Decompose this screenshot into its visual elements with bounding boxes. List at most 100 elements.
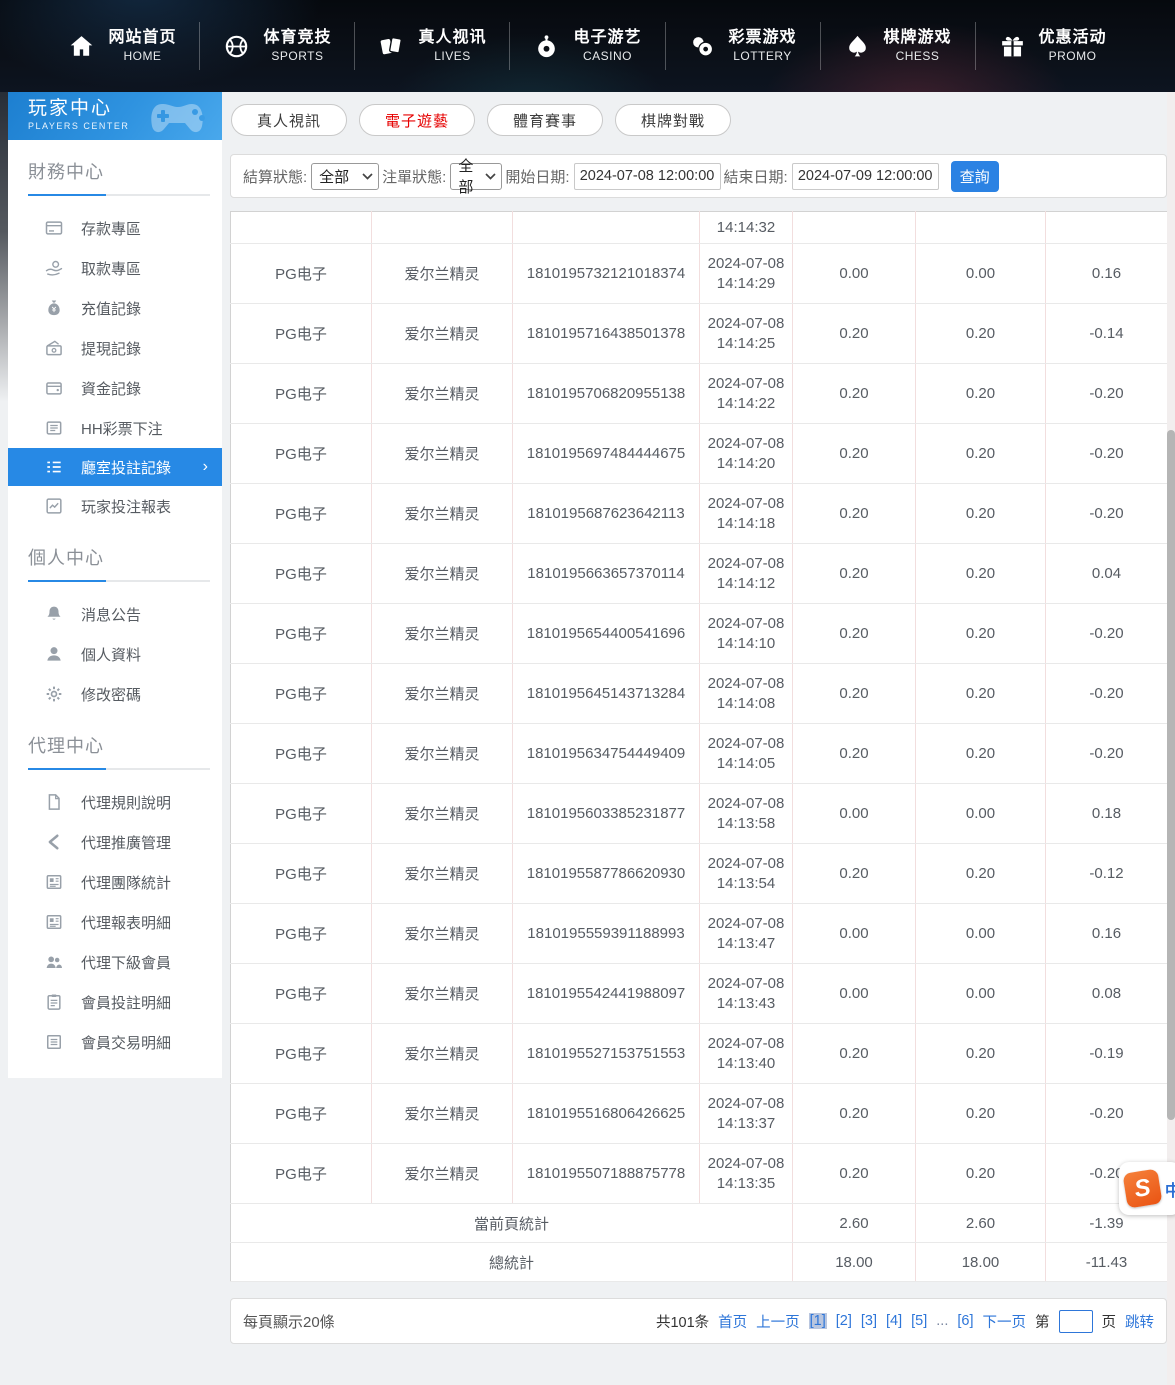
page-number-link[interactable]: [1] xyxy=(809,1313,827,1329)
member-trade-icon xyxy=(44,1032,64,1052)
cell-order-no: 1810195516806426625 xyxy=(513,1084,700,1144)
topnav-item-label-zh: 彩票游戏 xyxy=(729,28,797,49)
category-tabs: 真人視訊 電子遊藝 體育賽事 棋牌對戰 xyxy=(231,104,1167,137)
player-report-icon xyxy=(44,496,64,516)
page-number-link[interactable]: [5] xyxy=(911,1313,927,1329)
cell-valid-bet: 0.00 xyxy=(916,784,1046,844)
sidebar-item[interactable]: 消息公告 › xyxy=(8,594,222,634)
sidebar-item[interactable]: 代理規則說明 › xyxy=(8,782,222,822)
total-stats-valid: 18.00 xyxy=(916,1243,1046,1282)
cell-bet: 0.20 xyxy=(793,484,916,544)
topnav-item[interactable]: 棋牌游戏 CHESS xyxy=(820,22,975,70)
topnav-item[interactable]: 体育竞技 SPORTS xyxy=(199,22,354,70)
cell-winloss: 0.08 xyxy=(1046,964,1168,1024)
tab[interactable]: 棋牌對戰 xyxy=(615,104,731,136)
tab[interactable]: 體育賽事 xyxy=(487,104,603,136)
sidebar-item[interactable]: 代理報表明細 › xyxy=(8,902,222,942)
cell-winloss: -0.12 xyxy=(1046,844,1168,904)
sidebar-item[interactable]: 存款專區 › xyxy=(8,208,222,248)
deposit-card-icon xyxy=(44,218,64,238)
start-date-input[interactable] xyxy=(574,163,721,190)
first-page-link[interactable]: 首页 xyxy=(718,1311,747,1332)
topnav-item[interactable]: 网站首页 HOME xyxy=(45,22,199,70)
topnav-item-label-zh: 真人视讯 xyxy=(418,28,486,49)
cell-order-no: 1810195507188875778 xyxy=(513,1144,700,1204)
topnav-item[interactable]: 真人视讯 LIVES xyxy=(354,22,509,70)
cell-order-no: 1810195687623642113 xyxy=(513,484,700,544)
cell-bet: 0.00 xyxy=(793,904,916,964)
sidebar-item[interactable]: 修改密碼 › xyxy=(8,674,222,714)
cell-bet: 0.00 xyxy=(793,964,916,1024)
cell-datetime: 2024-07-08 14:14:08 xyxy=(700,664,793,724)
funds-record-icon xyxy=(44,378,64,398)
page-number-link[interactable]: [3] xyxy=(861,1313,877,1329)
share-icon xyxy=(44,832,64,852)
table-row: PG电子 爱尔兰精灵 1810195654400541696 2024-07-0… xyxy=(231,604,1168,664)
topnav-item[interactable]: 彩票游戏 LOTTERY xyxy=(665,22,820,70)
settle-status-select[interactable]: 全部 xyxy=(311,163,379,190)
sidebar-item[interactable]: 資金記錄 › xyxy=(8,368,222,408)
cell-bet: 0.20 xyxy=(793,1144,916,1204)
topnav-item-label-en: SPORTS xyxy=(271,49,323,65)
tab[interactable]: 電子遊藝 xyxy=(359,104,475,136)
section-divider xyxy=(28,768,210,770)
next-page-link[interactable]: 下一页 xyxy=(983,1311,1027,1332)
sidebar-item[interactable]: 代理下級會員 › xyxy=(8,942,222,982)
table-row: PG电子 爱尔兰精灵 1810195716438501378 2024-07-0… xyxy=(231,304,1168,364)
tab-label: 電子遊藝 xyxy=(385,110,449,131)
cell-game: 爱尔兰精灵 xyxy=(372,964,513,1024)
cell-valid-bet: 0.20 xyxy=(916,844,1046,904)
sidebar-item[interactable]: 個人資料 › xyxy=(8,634,222,674)
query-button[interactable]: 查詢 xyxy=(951,161,999,192)
sidebar-item[interactable]: 會員投註明細 › xyxy=(8,982,222,1022)
sidebar-section-personal: 個人中心 消息公告 › 個人資料 › 修改密碼 › xyxy=(8,526,222,714)
translate-plugin-bubble[interactable]: S 中 xyxy=(1119,1162,1175,1215)
cell-platform: PG电子 xyxy=(231,724,372,784)
cell-game: 爱尔兰精灵 xyxy=(372,1084,513,1144)
cell-platform: PG电子 xyxy=(231,544,372,604)
page-number-link[interactable]: [2] xyxy=(836,1313,852,1329)
cell-order-no: 1810195732121018374 xyxy=(513,244,700,304)
sidebar-item[interactable]: 充值記錄 › xyxy=(8,288,222,328)
scrollbar-thumb[interactable] xyxy=(1167,430,1175,1120)
members-icon xyxy=(44,952,64,972)
cell-valid-bet: 0.20 xyxy=(916,424,1046,484)
page-number-link[interactable]: [4] xyxy=(886,1313,902,1329)
sidebar-item[interactable]: 代理推廣管理 › xyxy=(8,822,222,862)
cell-datetime: 2024-07-08 14:13:40 xyxy=(700,1024,793,1084)
pagination: 每頁顯示20條 共101条 首页 上一页 [1] [2] [3] [4] [5]… xyxy=(230,1298,1167,1344)
order-status-select[interactable]: 全部 xyxy=(450,163,502,190)
sidebar-item-label: 充值記錄 xyxy=(81,298,141,319)
sidebar-item[interactable]: 會員交易明細 › xyxy=(8,1022,222,1062)
sidebar-item-label: 提現記錄 xyxy=(81,338,141,359)
cell-order-no: 1810195697484444675 xyxy=(513,424,700,484)
jump-page-input[interactable] xyxy=(1059,1310,1093,1333)
cell-datetime: 2024-07-08 14:14:29 xyxy=(700,244,793,304)
sidebar-item[interactable]: 廳室投註記錄 › xyxy=(8,448,222,486)
room-bet-record-icon xyxy=(44,457,64,477)
sidebar-item-label: 存款專區 xyxy=(81,218,141,239)
jump-button[interactable]: 跳转 xyxy=(1125,1311,1154,1332)
cell-game: 爱尔兰精灵 xyxy=(372,484,513,544)
sidebar-item[interactable]: 提現記錄 › xyxy=(8,328,222,368)
section-title: 個人中心 xyxy=(28,544,222,570)
topnav-item-label-zh: 电子游艺 xyxy=(573,28,641,49)
sidebar-item[interactable]: 取款專區 › xyxy=(8,248,222,288)
sidebar-item[interactable]: HH彩票下注 › xyxy=(8,408,222,448)
cell-bet: 0.20 xyxy=(793,364,916,424)
page-number-link[interactable]: [6] xyxy=(957,1313,973,1329)
end-date-input[interactable] xyxy=(792,163,939,190)
topnav-item[interactable]: 电子游艺 CASINO xyxy=(509,22,664,70)
topnav-item-label-en: CASINO xyxy=(583,49,632,65)
page-stats-row: 當前頁統計 2.60 2.60 -1.39 xyxy=(231,1204,1168,1243)
tab[interactable]: 真人視訊 xyxy=(231,104,347,136)
cell-winloss: -0.20 xyxy=(1046,724,1168,784)
sidebar-item[interactable]: 代理團隊統計 › xyxy=(8,862,222,902)
page-number-link[interactable]: ... xyxy=(936,1313,948,1329)
sidebar-item[interactable]: 玩家投注報表 › xyxy=(8,486,222,526)
cell-valid-bet: 0.20 xyxy=(916,484,1046,544)
topnav-item[interactable]: 优惠活动 PROMO xyxy=(975,22,1130,70)
topnav-item-label-zh: 网站首页 xyxy=(108,28,176,49)
prev-page-link[interactable]: 上一页 xyxy=(756,1311,800,1332)
sidebar-item-label: 個人資料 xyxy=(81,644,141,665)
